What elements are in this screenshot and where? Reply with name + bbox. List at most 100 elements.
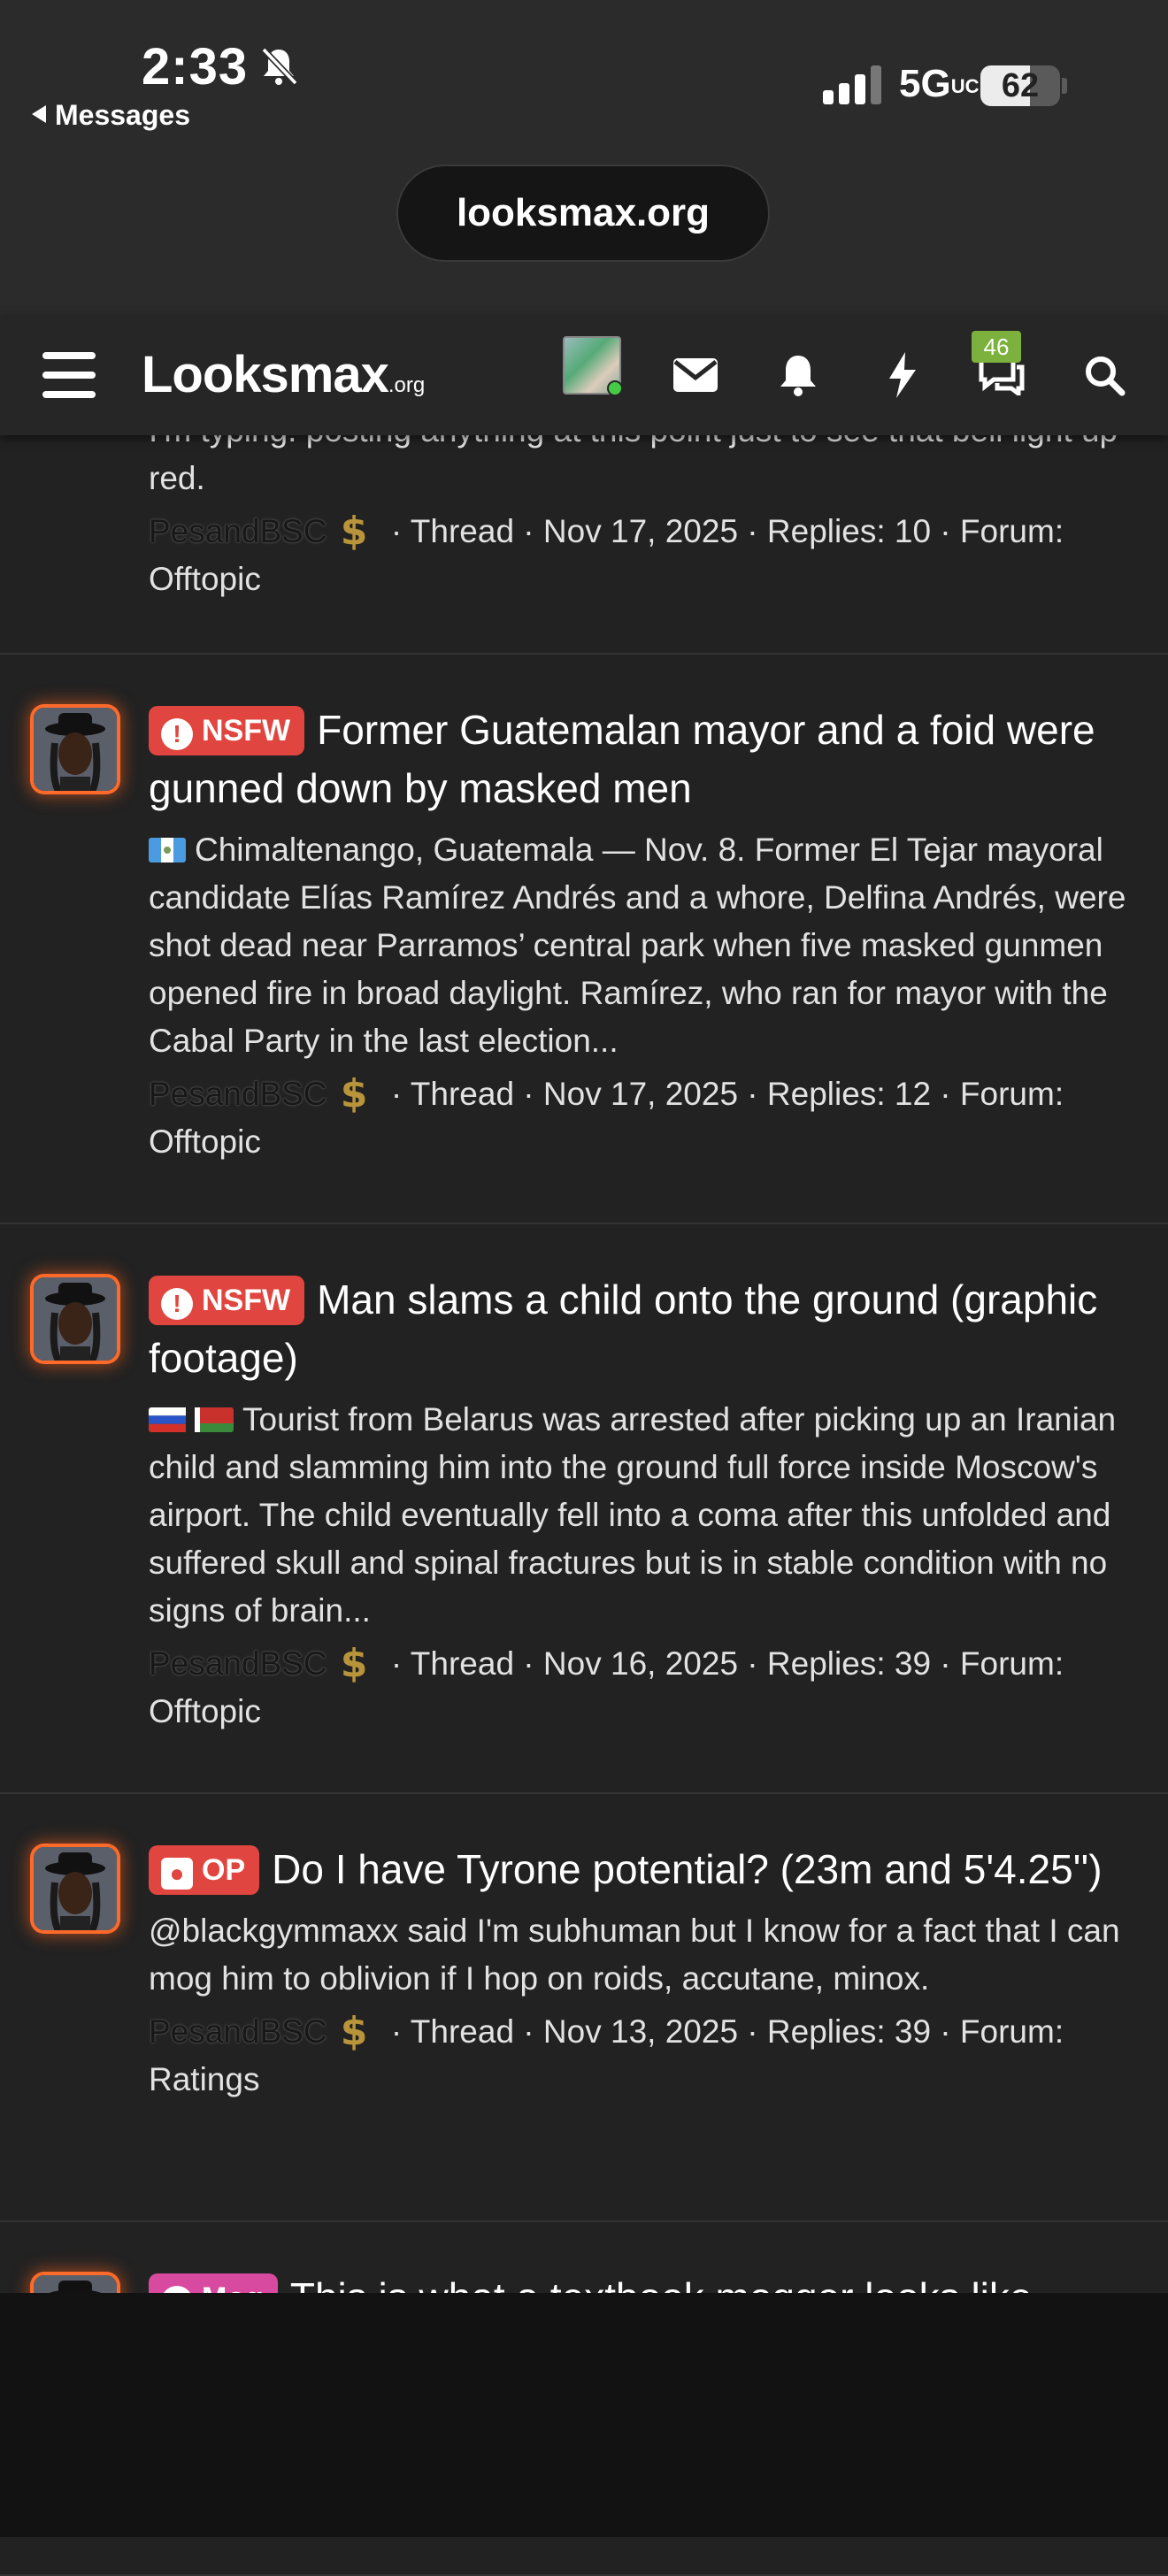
top-chrome: 2:33 Messages 5GUC 62 looksmax.org bbox=[0, 0, 1168, 315]
search-icon bbox=[1086, 356, 1126, 396]
post-username[interactable]: PesandBSC bbox=[149, 1076, 327, 1112]
chat-badge: 46 bbox=[972, 331, 1021, 363]
list-item[interactable]: ● OP Do I have Tyrone potential? (23m and … bbox=[0, 1794, 1168, 2222]
logo-main: Looksmax bbox=[142, 346, 389, 403]
op-label: ● OP bbox=[149, 1845, 260, 1895]
dollar-badge-icon: $ bbox=[340, 2009, 367, 2051]
post-replies: Replies: 10 bbox=[766, 513, 932, 549]
post-forum[interactable]: Ratings bbox=[149, 2061, 259, 2097]
avatar-image bbox=[34, 1847, 117, 1930]
dollar-badge-icon: $ bbox=[340, 1641, 367, 1683]
post-title[interactable]: ● OP Do I have Tyrone potential? (23m and … bbox=[149, 1840, 1147, 1898]
whats-new-button[interactable] bbox=[867, 340, 938, 410]
post-username[interactable]: PesandBSC bbox=[149, 1645, 327, 1682]
list-item[interactable]: ! NSFW Former Guatemalan mayor and a foid … bbox=[0, 655, 1168, 1224]
post-replies: Replies: 12 bbox=[766, 1076, 932, 1112]
menu-icon bbox=[42, 352, 96, 398]
post-meta: PesandBSC $ · Thread · Nov 16, 2025 · Rep… bbox=[149, 1641, 1064, 1729]
post-username[interactable]: PesandBSC bbox=[149, 2013, 327, 2050]
svg-text:$: $ bbox=[340, 1641, 367, 1683]
post-title[interactable]: ! NSFW Man slams a child onto the ground (… bbox=[149, 1270, 1147, 1387]
post-date[interactable]: Nov 17, 2025 bbox=[543, 1076, 738, 1112]
forum-label: Forum: bbox=[959, 513, 1064, 549]
alert-icon: ! bbox=[161, 1288, 193, 1320]
back-label: Messages bbox=[55, 99, 190, 131]
menu-button[interactable] bbox=[34, 340, 104, 410]
post-meta: PesandBSC $ · Thread · Nov 17, 2025 · Rep… bbox=[149, 509, 1064, 597]
avatar-image bbox=[34, 1277, 117, 1361]
post-type: Thread bbox=[410, 2013, 515, 2050]
dollar-badge-icon: $ bbox=[340, 509, 367, 551]
alert-icon: ! bbox=[161, 718, 193, 750]
russia-belarus-flags-icon bbox=[149, 1407, 234, 1432]
dollar-badge-icon: $ bbox=[340, 1071, 367, 1114]
user-avatar[interactable] bbox=[563, 336, 623, 396]
post-snippet: @blackgymmaxx said I'm subhuman but I kn… bbox=[149, 1913, 1120, 1997]
post-author-avatar[interactable] bbox=[34, 708, 117, 791]
battery-icon: 62 bbox=[980, 65, 1060, 106]
post-date[interactable]: Nov 16, 2025 bbox=[543, 1645, 738, 1682]
forum-label: Forum: bbox=[959, 1645, 1064, 1682]
post-forum[interactable]: Offtopic bbox=[149, 1693, 261, 1729]
post-snippet-text: Tourist from Belarus was arrested after … bbox=[149, 1401, 1117, 1629]
status-time: 2:33 bbox=[142, 38, 249, 96]
nsfw-label: ! NSFW bbox=[149, 1276, 305, 1325]
post-replies: Replies: 39 bbox=[766, 2013, 932, 2050]
guatemala-flag-icon bbox=[149, 838, 186, 862]
bottom-blank-area bbox=[0, 2293, 1168, 2537]
post-meta: PesandBSC $ · Thread · Nov 17, 2025 · Rep… bbox=[149, 1071, 1064, 1160]
activity-feed: I'm typing. posting anything at this poi… bbox=[0, 372, 1168, 2576]
post-body: I'm typing. posting anything at this poi… bbox=[149, 407, 1147, 603]
post-date[interactable]: Nov 17, 2025 bbox=[543, 513, 738, 549]
network-type: 5GUC bbox=[899, 62, 979, 106]
label-text: OP bbox=[202, 1853, 246, 1887]
forum-label: Forum: bbox=[959, 1076, 1064, 1112]
network-label: 5G bbox=[899, 62, 951, 105]
signal-icon bbox=[823, 65, 881, 104]
nsfw-label: ! NSFW bbox=[149, 706, 305, 755]
svg-text:$: $ bbox=[340, 509, 367, 551]
label-text: NSFW bbox=[202, 714, 291, 748]
bolt-icon bbox=[889, 352, 916, 398]
post-body: ! NSFW Former Guatemalan mayor and a foid … bbox=[149, 701, 1147, 1166]
post-username[interactable]: PesandBSC bbox=[149, 513, 327, 549]
post-forum[interactable]: Offtopic bbox=[149, 1123, 261, 1160]
back-triangle-icon bbox=[32, 105, 46, 123]
post-type: Thread bbox=[410, 1076, 515, 1112]
mail-icon bbox=[673, 358, 718, 392]
post-body: ● OP Do I have Tyrone potential? (23m and … bbox=[149, 1840, 1147, 2104]
battery-percent: 62 bbox=[1001, 67, 1040, 104]
silent-bell-icon bbox=[261, 47, 298, 86]
post-title-text: Do I have Tyrone potential? (23m and 5'4… bbox=[272, 1846, 1103, 1892]
notifications-button[interactable] bbox=[763, 340, 834, 410]
online-dot bbox=[607, 380, 623, 396]
network-sup: UC bbox=[950, 75, 980, 97]
post-title[interactable]: ! NSFW Former Guatemalan mayor and a foid … bbox=[149, 701, 1147, 817]
label-text: NSFW bbox=[202, 1284, 291, 1317]
post-type: Thread bbox=[410, 1645, 515, 1682]
search-button[interactable] bbox=[1069, 340, 1140, 410]
url-bar[interactable]: looksmax.org bbox=[396, 165, 770, 262]
post-author-avatar[interactable] bbox=[34, 1277, 117, 1361]
post-body: ! NSFW Man slams a child onto the ground (… bbox=[149, 1270, 1147, 1736]
site-logo[interactable]: Looksmax.org bbox=[142, 340, 425, 410]
battery-tip bbox=[1062, 78, 1067, 94]
avatar-image bbox=[34, 708, 117, 791]
svg-text:$: $ bbox=[340, 1071, 367, 1114]
post-snippet: Chimaltenango, Guatemala — Nov. 8. Forme… bbox=[149, 826, 1147, 1065]
post-type: Thread bbox=[410, 513, 515, 549]
forum-label: Forum: bbox=[959, 2013, 1064, 2050]
site-header: Looksmax.org 46 bbox=[0, 315, 1168, 435]
post-date[interactable]: Nov 13, 2025 bbox=[543, 2013, 738, 2050]
logo-suffix: .org bbox=[388, 373, 426, 397]
back-to-messages[interactable]: Messages bbox=[32, 99, 190, 132]
svg-text:$: $ bbox=[340, 2009, 367, 2051]
bell-icon bbox=[780, 356, 816, 396]
post-snippet-text: Chimaltenango, Guatemala — Nov. 8. Forme… bbox=[149, 832, 1126, 1059]
post-forum[interactable]: Offtopic bbox=[149, 561, 261, 597]
post-author-avatar[interactable] bbox=[34, 1847, 117, 1930]
list-item[interactable]: ! NSFW Man slams a child onto the ground (… bbox=[0, 1224, 1168, 1794]
mail-button[interactable] bbox=[660, 340, 731, 410]
post-meta: PesandBSC $ · Thread · Nov 13, 2025 · Rep… bbox=[149, 2009, 1064, 2097]
post-replies: Replies: 39 bbox=[766, 1645, 932, 1682]
